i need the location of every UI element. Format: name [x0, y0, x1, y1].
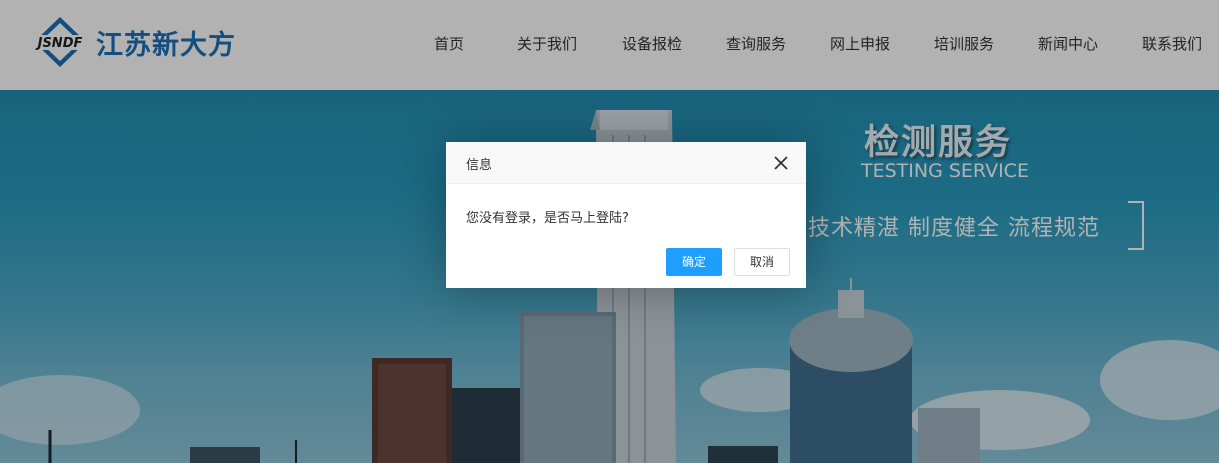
confirm-button[interactable]: 确定	[666, 248, 722, 276]
dialog-title: 信息	[466, 158, 493, 173]
cancel-button[interactable]: 取消	[734, 248, 790, 276]
dialog-header: 信息	[446, 142, 806, 184]
dialog-message: 您没有登录，是否马上登陆?	[466, 211, 629, 226]
login-prompt-dialog: 信息 您没有登录，是否马上登陆? 确定 取消	[446, 142, 806, 288]
close-icon[interactable]	[772, 154, 790, 172]
